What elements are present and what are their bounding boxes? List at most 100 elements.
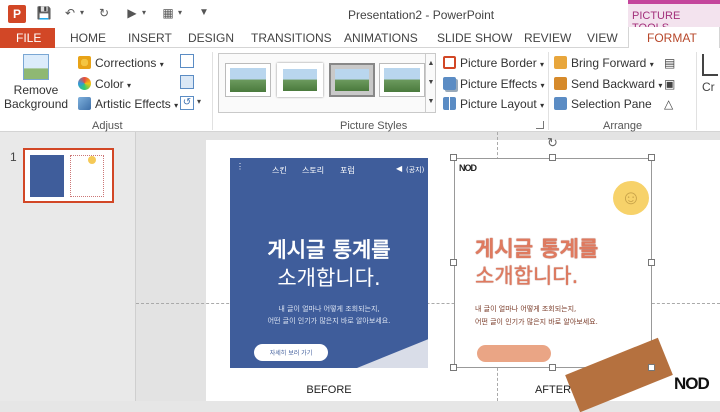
group-separator xyxy=(212,52,213,130)
picture-layout-label: Picture Layout xyxy=(460,97,537,111)
selection-pane-icon xyxy=(554,97,567,110)
tab-transitions[interactable]: TRANSITIONS xyxy=(251,31,332,45)
picture-tools-banner: PICTURE TOOLS xyxy=(628,0,720,34)
after-subtext-2: 어떤 글이 인기가 많은지 바로 알아보세요. xyxy=(475,318,598,326)
chevron-down-icon[interactable]: ▾ xyxy=(197,97,201,106)
dialog-launcher-icon[interactable] xyxy=(536,121,544,129)
before-decorative-shape xyxy=(344,335,428,368)
chevron-down-icon[interactable]: ▾ xyxy=(140,5,148,21)
before-nav-notice: (공지) xyxy=(406,166,425,174)
tab-design[interactable]: DESIGN xyxy=(188,31,234,45)
chevron-down-icon: ▾ xyxy=(174,101,179,110)
after-caption: AFTER xyxy=(534,384,572,396)
gallery-scroll-down[interactable]: ▼ xyxy=(425,73,436,92)
resize-handle-se[interactable] xyxy=(648,364,655,371)
tab-format-label: FORMAT xyxy=(647,31,697,45)
before-nav-item: 스킨 xyxy=(272,166,287,175)
picture-style-thumb[interactable] xyxy=(225,63,271,97)
picture-styles-gallery[interactable]: ▲ ▼ ▼ xyxy=(218,53,436,113)
rotate-icon[interactable]: △ xyxy=(664,97,673,111)
picture-effects-button[interactable]: Picture Effects ▾ xyxy=(443,77,545,93)
thumbnail-after xyxy=(70,155,104,197)
picture-border-button[interactable]: Picture Border ▾ xyxy=(443,56,544,72)
after-cta-button xyxy=(477,345,551,362)
before-image[interactable]: ⋮ 스킨 스토리 포럼 ◀ (공지) 게시글 통계를 소개합니다. 내 글이 얼… xyxy=(230,158,428,368)
tab-format[interactable]: FORMAT xyxy=(628,27,720,49)
remove-background-button[interactable]: Remove Background xyxy=(4,54,68,116)
chevron-down-icon: ▾ xyxy=(127,81,132,90)
customize-qat-icon[interactable]: ▼ xyxy=(196,5,212,21)
resize-handle-n[interactable] xyxy=(549,154,556,161)
send-backward-button[interactable]: Send Backward ▾ xyxy=(554,77,662,93)
group-objects-icon[interactable]: ▣ xyxy=(664,77,675,91)
resize-handle-e[interactable] xyxy=(648,259,655,266)
tab-animations[interactable]: ANIMATIONS xyxy=(344,31,418,45)
picture-border-icon xyxy=(443,56,456,69)
slide-number: 1 xyxy=(10,150,17,164)
color-icon xyxy=(78,77,91,90)
menu-dots-icon: ⋮ xyxy=(236,162,244,171)
thumbnail-sun xyxy=(88,156,96,164)
picture-style-thumb[interactable] xyxy=(329,63,375,97)
arrange-group-label: Arrange xyxy=(603,120,643,132)
chevron-down-icon: ▾ xyxy=(159,60,164,69)
color-button[interactable]: Color ▾ xyxy=(78,77,131,93)
crop-button[interactable]: Cr xyxy=(702,54,720,116)
resize-handle-ne[interactable] xyxy=(648,154,655,161)
align-icon[interactable]: ▤ xyxy=(664,56,675,70)
corrections-label: Corrections xyxy=(95,56,157,70)
resize-handle-nw[interactable] xyxy=(450,154,457,161)
undo-icon[interactable]: ↶ xyxy=(62,5,78,21)
picture-style-thumb[interactable] xyxy=(379,63,425,97)
resize-handle-s[interactable] xyxy=(549,364,556,371)
slide-thumbnail-pane: 1 xyxy=(0,132,136,401)
before-subtext-1: 내 글이 얼마나 어떻게 조회되는지, xyxy=(278,305,380,313)
gallery-more[interactable]: ▼ xyxy=(425,92,436,112)
selection-pane-label: Selection Pane xyxy=(571,97,652,111)
start-from-beginning-icon[interactable]: ▶ xyxy=(124,5,140,21)
before-caption: BEFORE xyxy=(306,384,352,396)
tab-home[interactable]: HOME xyxy=(70,31,106,45)
redo-icon[interactable]: ↻ xyxy=(96,5,112,21)
gallery-scroll-up[interactable]: ▲ xyxy=(425,54,436,73)
after-headline-2: 소개합니다. xyxy=(475,264,579,288)
shapes-icon[interactable]: ▦ xyxy=(160,5,176,21)
tab-slideshow[interactable]: SLIDE SHOW xyxy=(437,31,512,45)
chevron-down-icon[interactable]: ▾ xyxy=(78,5,86,21)
slide-thumbnail[interactable] xyxy=(23,148,114,203)
tab-insert[interactable]: INSERT xyxy=(128,31,172,45)
picture-style-thumb[interactable] xyxy=(277,63,323,97)
rotate-handle-icon[interactable]: ↻ xyxy=(546,136,559,149)
chevron-down-icon[interactable]: ▾ xyxy=(176,5,184,21)
resize-handle-sw[interactable] xyxy=(450,364,457,371)
color-label: Color xyxy=(95,77,124,91)
after-headline-1: 게시글 통계를 xyxy=(475,237,599,261)
tab-view[interactable]: VIEW xyxy=(587,31,618,45)
artistic-effects-button[interactable]: Artistic Effects ▾ xyxy=(78,97,178,113)
crop-icon xyxy=(702,54,718,76)
picture-layout-button[interactable]: Picture Layout ▾ xyxy=(443,97,544,113)
group-separator xyxy=(696,52,697,130)
resize-handle-w[interactable] xyxy=(450,259,457,266)
tab-review[interactable]: REVIEW xyxy=(524,31,571,45)
selection-pane-button[interactable]: Selection Pane xyxy=(554,97,652,111)
chevron-down-icon: ▾ xyxy=(540,101,545,110)
artistic-effects-label: Artistic Effects xyxy=(95,97,171,111)
tab-file-label: FILE xyxy=(16,31,42,45)
smiley-sun-icon: ☺ xyxy=(613,181,649,215)
change-picture-icon[interactable] xyxy=(180,75,194,89)
compress-pictures-icon[interactable] xyxy=(180,54,194,68)
ribbon-tabs: FILE HOME INSERT DESIGN TRANSITIONS ANIM… xyxy=(0,27,720,49)
save-icon[interactable]: 💾 xyxy=(36,5,52,21)
picture-border-label: Picture Border xyxy=(460,56,537,70)
after-brand-logo: NOD xyxy=(459,163,477,173)
tab-file[interactable]: FILE xyxy=(0,28,55,48)
before-cta-button: 자세히 보러 가기 xyxy=(254,344,328,361)
chevron-down-icon: ▾ xyxy=(649,60,654,69)
corrections-button[interactable]: Corrections ▾ xyxy=(78,56,164,72)
bring-forward-button[interactable]: Bring Forward ▾ xyxy=(554,56,654,72)
reset-picture-icon[interactable]: ↺ xyxy=(180,96,194,110)
group-separator xyxy=(548,52,549,130)
after-image[interactable]: NOD ☺ 게시글 통계를 소개합니다. 내 글이 얼마나 어떻게 조회되는지,… xyxy=(454,158,673,412)
before-nav-item: 포럼 xyxy=(340,166,355,175)
